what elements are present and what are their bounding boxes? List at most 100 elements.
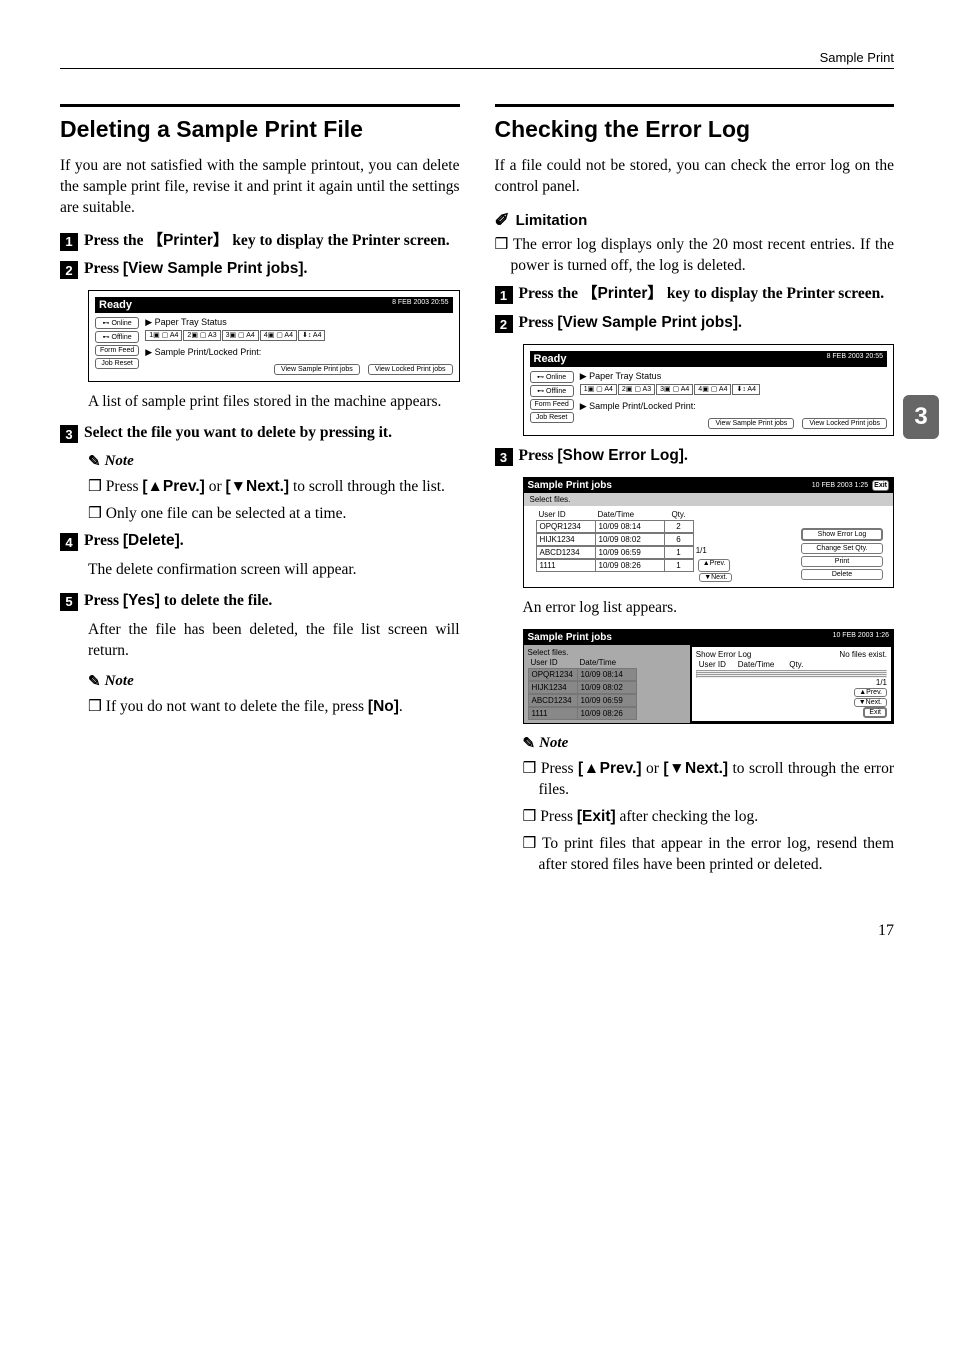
fig-tray-status-r: ▶ Paper Tray Status — [580, 371, 887, 382]
s4-pre: Press — [84, 532, 123, 549]
s4-result: The delete confirmation screen will appe… — [88, 560, 460, 581]
step-num-2r-icon: 2 — [495, 315, 513, 333]
tray-2: 2▣ ▢ A3 — [183, 330, 220, 341]
step2-pre: Press — [84, 260, 123, 277]
left-column: Deleting a Sample Print File If you are … — [60, 104, 460, 882]
jt-r0-d: 10/09 08:14 — [595, 520, 665, 533]
n1-post: to scroll through the list. — [289, 478, 445, 495]
jt-page: 1/1 — [696, 546, 707, 559]
el-sel: Select files. — [528, 648, 686, 657]
rn1-prev: [▲Prev.] — [578, 760, 642, 777]
section-title-left: Deleting a Sample Print File — [60, 104, 460, 144]
side-chapter-tab: 3 — [903, 395, 939, 439]
limitation-label: Limitation — [516, 212, 588, 229]
jt-h-qty: Qty. — [664, 509, 694, 520]
r-s1-pre: Press the — [519, 285, 582, 302]
s5-result: After the file has been deleted, the fil… — [88, 620, 460, 662]
n1-mid: or — [205, 478, 226, 495]
jt-h-user: User ID — [536, 509, 596, 520]
fig-ready-ts-r: 8 FEB 2003 20:55 — [827, 353, 883, 365]
el-title: Sample Print jobs — [528, 632, 612, 643]
r-s3-post: . — [684, 447, 688, 464]
notes-list-1: Press [▲Prev.] or [▼Next.] to scroll thr… — [88, 477, 460, 525]
step-num-5-icon: 5 — [60, 593, 78, 611]
page-number: 17 — [60, 922, 894, 940]
r-s3-result: An error log list appears. — [523, 598, 895, 619]
step-num-1r-icon: 1 — [495, 286, 513, 304]
step-2-right: 2 Press [View Sample Print jobs]. — [495, 313, 895, 334]
jt-r0-u: OPQR1234 — [536, 520, 596, 533]
tray-1: 1▣ ▢ A4 — [145, 330, 182, 341]
jt-r2-d: 10/09 06:59 — [595, 546, 665, 559]
tray-3: 3▣ ▢ A4 — [222, 330, 259, 341]
el-h-q2: Qty. — [784, 659, 809, 670]
tray-bypass: ⬇↕ A4 — [298, 330, 326, 341]
yes-btn-label: [Yes] — [123, 592, 160, 609]
tray-bypass-r: ⬇↕ A4 — [732, 384, 760, 395]
fig-online-r: ⊷ Online — [530, 371, 574, 383]
step-num-1-icon: 1 — [60, 233, 78, 251]
el-prev: ▲Prev. — [854, 688, 887, 697]
fig-online-btn: ⊷ Online — [95, 317, 139, 329]
jt-select: Select files. — [524, 493, 894, 506]
jt-title: Sample Print jobs — [528, 480, 612, 491]
jt-r1-q: 6 — [664, 533, 694, 546]
jt-r2-u: ABCD1234 — [536, 546, 596, 559]
jt-next: ▼Next. — [699, 573, 732, 582]
show-error-log-label: [Show Error Log] — [557, 447, 684, 464]
step-3-right: 3 Press [Show Error Log]. — [495, 446, 895, 467]
step-1-right: 1 Press the 【Printer】 key to display the… — [495, 284, 895, 305]
fig-formfeed-btn: Form Feed — [95, 345, 139, 356]
fig-sample-locked: ▶ Sample Print/Locked Print: — [145, 347, 452, 358]
el-r1-u: HIJK1234 — [528, 681, 578, 694]
el-r2-u: ABCD1234 — [528, 694, 578, 707]
rn1-mid: or — [642, 760, 664, 777]
el-ts: 10 FEB 2003 1:26 — [833, 632, 889, 643]
el-h-u: User ID — [528, 657, 578, 668]
jt-r3-u: 1111 — [536, 559, 596, 572]
note1-2: Only one file can be selected at a time. — [88, 504, 460, 525]
el-r0-u: OPQR1234 — [528, 668, 578, 681]
note-label-r: Note — [539, 735, 568, 752]
tray-3-r: 3▣ ▢ A4 — [656, 384, 693, 395]
jt-r1-u: HIJK1234 — [536, 533, 596, 546]
step-3-left: 3 Select the file you want to delete by … — [60, 423, 460, 444]
pencil-icon-2: ✎ — [88, 672, 101, 691]
el-r0-d: 10/09 08:14 — [577, 668, 637, 681]
tray-4: 4▣ ▢ A4 — [260, 330, 297, 341]
el-r1-d: 10/09 08:02 — [577, 681, 637, 694]
jt-r0-q: 2 — [664, 520, 694, 533]
note-heading-2: ✎Note — [88, 672, 460, 691]
step-num-3-icon: 3 — [60, 425, 78, 443]
jt-delete: Delete — [801, 569, 883, 580]
printer-key-label: Printer — [163, 232, 213, 249]
pencil-icon: ✎ — [88, 452, 101, 471]
n2-post: . — [399, 698, 403, 715]
rn3: To print files that appear in the error … — [523, 834, 895, 876]
tray-2-r: 2▣ ▢ A3 — [618, 384, 655, 395]
jt-show-error: Show Error Log — [801, 528, 883, 541]
step2-result: A list of sample print files stored in t… — [88, 392, 460, 413]
r-s2-pre: Press — [519, 314, 558, 331]
figure-jobs-table: Sample Print jobs 10 FEB 2003 1:25Exit S… — [523, 477, 895, 588]
el-r2-d: 10/09 06:59 — [577, 694, 637, 707]
fig-offline-btn: ⊷ Offline — [95, 331, 139, 343]
step-num-2-icon: 2 — [60, 261, 78, 279]
fig-view-locked-btn: View Locked Print jobs — [368, 364, 453, 375]
figure-ready-panel-right: Ready8 FEB 2003 20:55 ⊷ Online ⊷ Offline… — [523, 344, 895, 436]
el-next: ▼Next. — [854, 698, 887, 707]
jt-r3-d: 10/09 08:26 — [595, 559, 665, 572]
notes-list-2: If you do not want to delete the file, p… — [88, 697, 460, 718]
r-printer-key: Printer — [597, 285, 647, 302]
fig-ready-title-r: Ready — [534, 353, 567, 365]
r-view-sample-label: [View Sample Print jobs] — [557, 314, 738, 331]
limitation-icon: ✐ — [495, 210, 510, 231]
fig-jobreset-r: Job Reset — [530, 412, 574, 423]
delete-btn-label: [Delete] — [123, 532, 180, 549]
limitation-heading: ✐ Limitation — [495, 210, 895, 231]
s4-post: . — [180, 532, 184, 549]
fig-ready-ts: 8 FEB 2003 20:55 — [392, 299, 448, 311]
fig-formfeed-r: Form Feed — [530, 399, 574, 410]
jt-h-date: Date/Time — [595, 509, 665, 520]
step2-post: . — [303, 260, 307, 277]
